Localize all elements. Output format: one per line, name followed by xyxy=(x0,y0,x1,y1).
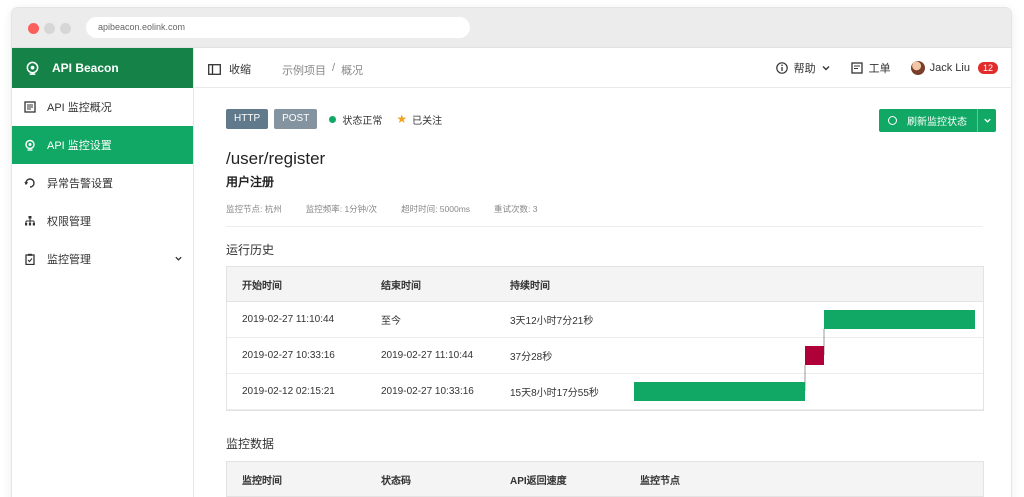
main-content: HTTP POST 状态正常 ★ 已关注 刷新监控状态 /user/regist… xyxy=(194,88,1011,497)
duration: 3天12小时7分21秒 xyxy=(510,316,594,327)
api-meta: 监控节点: 杭州 监控频率: 1分钟/次 超时时间: 5000ms 重试次数: … xyxy=(226,203,561,215)
notification-badge[interactable]: 12 xyxy=(977,62,998,74)
chevron-down-icon xyxy=(983,118,991,123)
header-actions: 帮助 工单 Jack Liu 12 xyxy=(775,48,1011,88)
breadcrumb: 示例项目 / 概况 xyxy=(282,62,363,78)
monitor-data-table: 监控时间 状态码 API返回速度 监控节点 xyxy=(226,461,984,497)
permission-icon xyxy=(25,216,35,226)
user-name: Jack Liu xyxy=(929,62,970,74)
start-time: 2019-02-12 02:15:21 xyxy=(242,386,335,397)
maximize-window-button[interactable] xyxy=(60,23,71,34)
api-tags: HTTP POST 状态正常 ★ 已关注 xyxy=(226,109,442,129)
history-table: 开始时间 结束时间 持续时间 2019-02-27 11:10:44 至今 3天… xyxy=(226,266,984,411)
api-path: /user/register xyxy=(226,149,326,168)
avatar xyxy=(910,61,925,75)
info-icon xyxy=(775,62,788,74)
alert-settings-icon xyxy=(24,178,35,188)
sidebar-item-label: 异常告警设置 xyxy=(47,178,113,190)
ticket-label: 工单 xyxy=(868,63,891,75)
sidebar: API Beacon API 监控概况 API 监控设置 异常告警设置 权限管理… xyxy=(12,48,194,497)
column-header: 监控时间 xyxy=(242,475,282,487)
address-bar[interactable]: apibeacon.eolink.com xyxy=(86,17,470,38)
sidebar-item-label: API 监控设置 xyxy=(47,140,112,152)
table-row: 2019-02-27 10:33:16 2019-02-27 11:10:44 … xyxy=(227,338,983,374)
monitor-data-header: 监控时间 状态码 API返回速度 监控节点 xyxy=(227,462,983,497)
sidebar-toggle-icon xyxy=(208,63,221,75)
meta-node: 监控节点: 杭州 xyxy=(226,204,282,214)
start-time: 2019-02-27 10:33:16 xyxy=(242,350,335,361)
breadcrumb-separator: / xyxy=(332,62,336,74)
refresh-label: 刷新监控状态 xyxy=(907,117,967,128)
column-header: API返回速度 xyxy=(510,475,567,487)
duration: 37分28秒 xyxy=(510,352,553,363)
sidebar-item-label: API 监控概况 xyxy=(47,102,112,114)
top-header: 收缩 示例项目 / 概况 帮助 工单 Jack Liu 12 xyxy=(194,48,1011,88)
column-header: 监控节点 xyxy=(640,475,680,487)
ticket-button[interactable]: 工单 xyxy=(850,60,891,76)
chevron-down-icon xyxy=(822,66,830,71)
brand-name: API Beacon xyxy=(52,61,119,75)
duration: 15天8小时17分55秒 xyxy=(510,388,599,399)
help-label: 帮助 xyxy=(793,63,816,75)
start-time: 2019-02-27 11:10:44 xyxy=(242,314,335,325)
api-name: 用户注册 xyxy=(226,175,275,189)
table-row: 2019-02-12 02:15:21 2019-02-27 10:33:16 … xyxy=(227,374,983,410)
follow-text: 已关注 xyxy=(412,115,443,127)
close-window-button[interactable] xyxy=(28,23,39,34)
sidebar-item-label: 监控管理 xyxy=(47,254,91,266)
sidebar-item-label: 权限管理 xyxy=(47,216,91,228)
history-title: 运行历史 xyxy=(226,243,275,257)
app-window: apibeacon.eolink.com API Beacon API 监控概况 xyxy=(12,8,1011,497)
end-time: 2019-02-27 11:10:44 xyxy=(381,350,474,361)
divider xyxy=(226,226,983,227)
sidebar-item-alert-settings[interactable]: 异常告警设置 xyxy=(12,164,193,202)
sidebar-item-monitor-settings[interactable]: API 监控设置 xyxy=(12,126,193,164)
help-menu-button[interactable]: 帮助 xyxy=(775,60,831,76)
refresh-status-button[interactable]: 刷新监控状态 xyxy=(879,109,978,132)
meta-retries: 重试次数: 3 xyxy=(494,204,538,214)
star-icon: ★ xyxy=(396,112,408,126)
clipboard-icon xyxy=(25,253,35,265)
follow-toggle[interactable]: ★ 已关注 xyxy=(396,112,442,127)
history-table-header: 开始时间 结束时间 持续时间 xyxy=(227,267,983,302)
sidebar-item-monitor-management[interactable]: 监控管理 xyxy=(12,240,193,278)
status-text: 状态正常 xyxy=(342,115,383,127)
breadcrumb-project[interactable]: 示例项目 xyxy=(282,62,326,78)
history-table-body: 2019-02-27 11:10:44 至今 3天12小时7分21秒 2019-… xyxy=(227,302,983,410)
status-indicator: 状态正常 xyxy=(329,112,382,127)
collapse-sidebar-button[interactable]: 收缩 xyxy=(208,61,251,77)
table-row: 2019-02-27 11:10:44 至今 3天12小时7分21秒 xyxy=(227,302,983,338)
chevron-down-icon[interactable] xyxy=(174,254,183,263)
breadcrumb-current: 概况 xyxy=(341,65,364,77)
end-time: 2019-02-27 10:33:16 xyxy=(381,386,474,397)
meta-frequency: 监控频率: 1分钟/次 xyxy=(305,204,378,214)
minimize-window-button[interactable] xyxy=(44,23,55,34)
beacon-logo-icon xyxy=(26,61,39,75)
column-header: 状态码 xyxy=(381,475,411,487)
column-header: 结束时间 xyxy=(381,280,421,292)
meta-timeout: 超时时间: 5000ms xyxy=(401,204,471,214)
column-header: 开始时间 xyxy=(242,280,282,292)
method-tag: POST xyxy=(274,109,318,129)
end-time: 至今 xyxy=(381,316,401,327)
column-header: 持续时间 xyxy=(510,280,550,292)
refresh-icon xyxy=(888,116,897,125)
brand-header[interactable]: API Beacon xyxy=(12,48,193,88)
overview-icon xyxy=(24,101,36,113)
sidebar-item-overview[interactable]: API 监控概况 xyxy=(12,88,193,126)
browser-chrome: apibeacon.eolink.com xyxy=(12,8,1011,48)
monitor-data-title: 监控数据 xyxy=(226,437,275,451)
monitor-settings-icon xyxy=(25,139,35,151)
refresh-dropdown-button[interactable] xyxy=(978,116,996,125)
protocol-tag: HTTP xyxy=(226,109,269,129)
sidebar-item-permissions[interactable]: 权限管理 xyxy=(12,202,193,240)
status-dot-icon xyxy=(329,115,337,123)
user-menu[interactable]: Jack Liu xyxy=(910,61,970,75)
ticket-icon xyxy=(850,62,863,74)
collapse-label: 收缩 xyxy=(229,64,251,76)
refresh-status-button-group: 刷新监控状态 xyxy=(879,109,996,132)
